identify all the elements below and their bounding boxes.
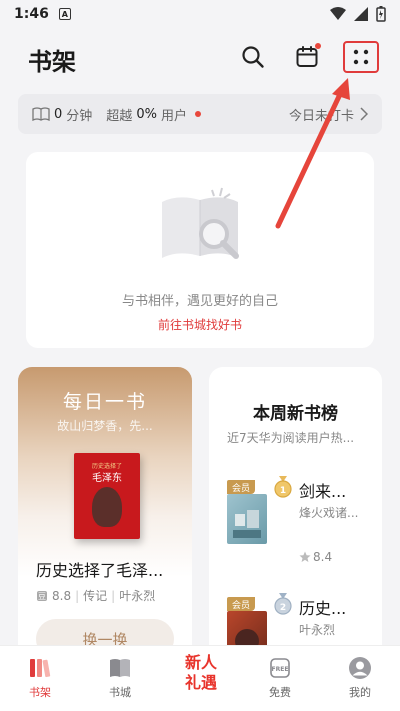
status-time: 1:46 xyxy=(14,6,49,22)
chevron-right-icon xyxy=(360,107,368,121)
more-menu-button[interactable] xyxy=(343,41,379,73)
promo-line-1: 新人 xyxy=(184,653,217,672)
weekly-subtitle: 近7天华为阅读用户热... xyxy=(227,431,355,445)
book-rating: 8.4 xyxy=(299,550,332,564)
checkin-status[interactable]: 今日未打卡 xyxy=(289,105,368,124)
rating-value: 8.4 xyxy=(313,550,333,564)
search-button[interactable] xyxy=(236,40,270,74)
separator: | xyxy=(111,588,116,603)
tab-bookshelf[interactable]: 书架 xyxy=(0,646,80,711)
checkin-text: 今日未打卡 xyxy=(288,108,354,124)
vip-badge: 会员 xyxy=(227,597,255,611)
cover-portrait xyxy=(92,487,122,527)
daily-book-quote: 故山归梦香，先... xyxy=(57,419,153,433)
empty-shelf-card: 与书相伴，遇见更好的自己 前往书城找好书 xyxy=(26,152,374,348)
empty-shelf-message: 与书相伴，遇见更好的自己 xyxy=(121,294,278,309)
category: 传记 xyxy=(83,589,108,603)
book-author: 烽火戏诸... xyxy=(299,506,359,520)
rank-number: 1 xyxy=(280,486,286,496)
score-icon: 豆 xyxy=(37,590,47,601)
status-bar: 1:46 A xyxy=(0,0,400,28)
tab-bookstore[interactable]: 书城 xyxy=(80,646,160,711)
notification-dot xyxy=(315,43,321,49)
beat-prefix: 超越 xyxy=(106,108,133,124)
daily-book-cover[interactable]: 历史选择了 毛泽东 xyxy=(74,453,140,539)
minutes-value: 0 xyxy=(54,106,63,122)
tab-free[interactable]: FREE 免费 xyxy=(240,646,320,711)
notification-dot xyxy=(194,111,201,117)
search-icon xyxy=(242,46,264,68)
open-book-icon xyxy=(32,107,50,121)
tab-label: 书架 xyxy=(29,686,51,699)
weekly-title: 本周新书榜 xyxy=(253,404,338,424)
bookshelf-header: 书架 xyxy=(0,36,400,82)
rank-2-medal-icon: 2 xyxy=(274,593,292,615)
rank-number: 2 xyxy=(280,603,286,613)
go-to-bookstore-link[interactable]: 前往书城找好书 xyxy=(26,316,374,333)
status-icons xyxy=(330,6,386,22)
cover-art xyxy=(233,510,261,538)
book-author: 叶永烈 xyxy=(299,623,336,637)
tab-label: 书城 xyxy=(109,686,131,699)
rank-1-medal-icon: 1 xyxy=(274,476,292,498)
bookstore-icon xyxy=(108,656,132,680)
page-title: 书架 xyxy=(28,48,76,76)
wifi-icon xyxy=(330,7,346,20)
avatar-icon xyxy=(348,656,372,680)
reading-stats-bar[interactable]: 0 分钟 超越 0% 用户 今日未打卡 xyxy=(18,94,382,134)
daily-book-card[interactable]: 每日一书 故山归梦香，先... 历史选择了 毛泽东 历史选择了毛泽... 豆 8… xyxy=(18,367,192,667)
book-title: 历史... xyxy=(299,599,347,618)
ranking-item[interactable]: 会员 1 剑来... 烽火戏诸... 8.4 xyxy=(227,476,377,570)
separator: | xyxy=(75,588,80,603)
weekly-new-books-card[interactable]: 本周新书榜 近7天华为阅读用户热... 会员 1 剑来... 烽火戏诸... 8… xyxy=(209,367,382,667)
four-dots-icon xyxy=(353,49,369,65)
signal-icon xyxy=(354,7,368,21)
cover-title: 毛泽东 xyxy=(92,473,122,484)
calendar-icon xyxy=(296,46,318,67)
tab-label: 我的 xyxy=(349,686,371,699)
promo-line-2: 礼遇 xyxy=(184,673,217,692)
beat-value: 0% xyxy=(136,106,157,122)
score-value: 8.8 xyxy=(52,588,72,603)
app-notification-icon: A xyxy=(58,8,71,20)
checkin-calendar-button[interactable] xyxy=(290,40,324,74)
bookshelf-icon xyxy=(28,656,52,680)
vip-badge: 会员 xyxy=(227,480,255,494)
battery-icon xyxy=(376,6,386,22)
book-cover xyxy=(227,494,267,544)
daily-book-name: 历史选择了毛泽... xyxy=(36,561,164,580)
daily-book-title: 每日一书 xyxy=(62,391,147,413)
svg-text:豆: 豆 xyxy=(38,592,46,601)
empty-book-illustration xyxy=(162,187,239,259)
tab-profile[interactable]: 我的 xyxy=(320,646,400,711)
star-icon xyxy=(299,551,311,562)
book-title: 剑来... xyxy=(299,482,347,501)
free-icon: FREE xyxy=(268,656,292,680)
daily-book-meta: 豆 8.8 | 传记 | 叶永烈 xyxy=(36,587,155,604)
new-user-gift-badge[interactable]: 新人 礼遇 xyxy=(172,652,230,698)
author: 叶永烈 xyxy=(119,589,156,603)
tab-label: 免费 xyxy=(269,686,291,699)
free-icon-text: FREE xyxy=(272,666,289,673)
beat-suffix: 用户 xyxy=(160,108,187,124)
minutes-unit: 分钟 xyxy=(66,108,93,124)
